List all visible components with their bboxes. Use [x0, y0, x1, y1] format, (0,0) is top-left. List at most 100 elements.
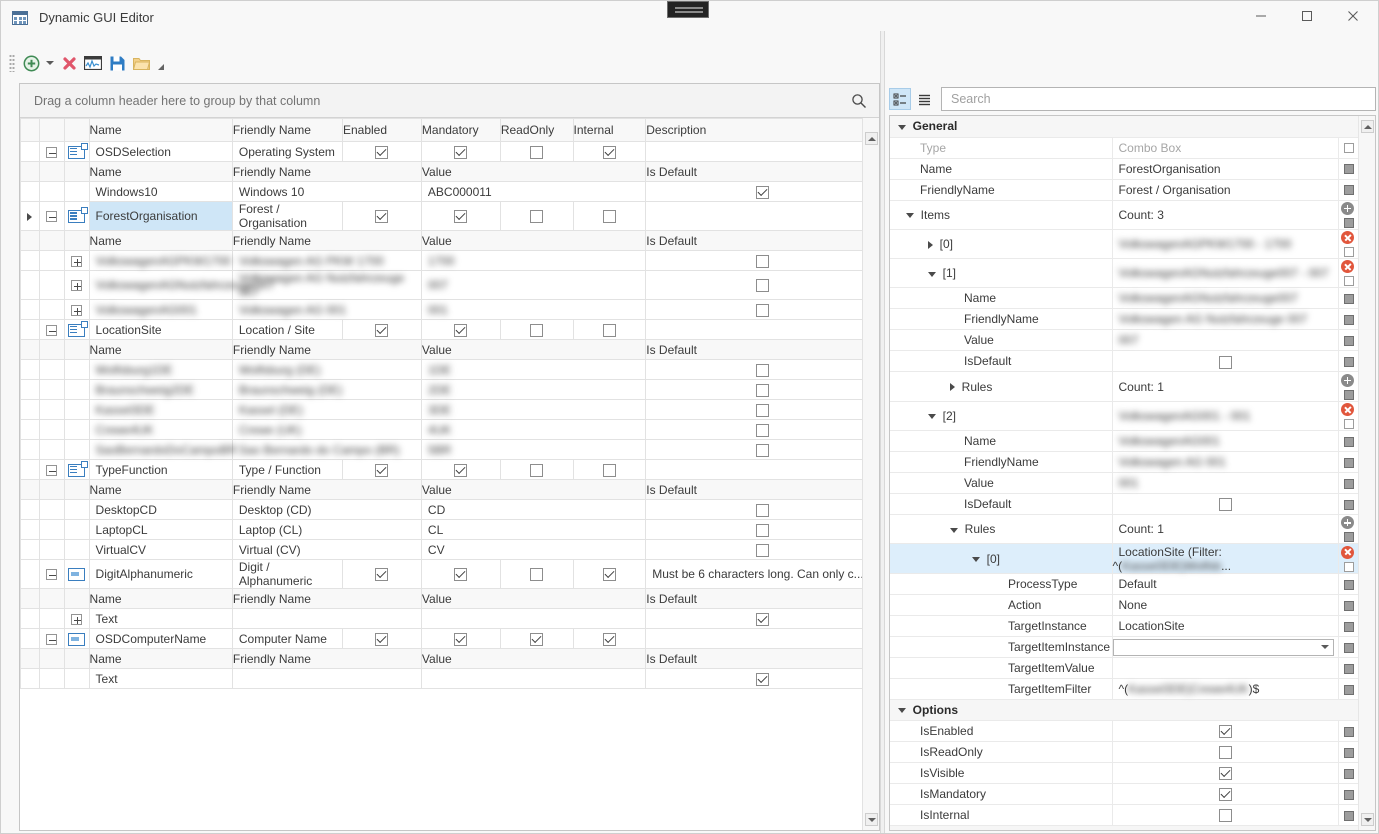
property-row[interactable]: ProcessType Default [890, 573, 1361, 595]
window-preview-icon[interactable] [81, 51, 105, 75]
property-value-cell[interactable]: LocationSite [1112, 615, 1338, 637]
property-editor-icon[interactable] [1344, 436, 1355, 447]
property-actions[interactable] [1337, 451, 1361, 474]
property-actions[interactable] [1337, 308, 1361, 331]
property-editor-icon[interactable] [1344, 499, 1355, 510]
child-expander[interactable] [63, 539, 90, 560]
property-editor-icon[interactable] [1344, 532, 1355, 543]
property-editor-icon[interactable] [1344, 357, 1355, 368]
property-combo-box[interactable] [1112, 638, 1334, 656]
cell-child-is-default[interactable] [645, 270, 879, 300]
grid-header-friendly-name[interactable]: Friendly Name [231, 118, 343, 142]
property-editor-icon[interactable] [1344, 642, 1355, 653]
add-item-icon[interactable] [1341, 201, 1355, 215]
table-row[interactable]: ForestOrganisation Forest / Organisation [20, 201, 879, 231]
row-expander[interactable] [38, 559, 65, 589]
property-editor-icon[interactable] [1344, 164, 1355, 175]
cell-mandatory[interactable] [420, 559, 501, 589]
cell-enabled[interactable] [341, 559, 422, 589]
collapse-icon[interactable] [46, 324, 58, 336]
property-editor-icon[interactable] [1344, 600, 1355, 611]
cell-internal[interactable] [572, 459, 647, 480]
property-editor-icon[interactable] [1344, 747, 1355, 758]
sub-header-is-default[interactable]: Is Default [645, 588, 879, 609]
cell-enabled[interactable] [341, 201, 422, 231]
cell-enabled[interactable] [341, 141, 422, 162]
close-icon[interactable] [1330, 1, 1376, 31]
property-row[interactable]: Name ForestOrganisation [890, 158, 1361, 180]
property-checkbox[interactable] [1218, 724, 1232, 738]
grid-header-mandatory[interactable]: Mandatory [420, 118, 501, 142]
cell-child-is-default[interactable] [645, 539, 879, 560]
sub-header-friendly-name[interactable]: Friendly Name [231, 161, 422, 182]
property-actions[interactable] [1337, 514, 1361, 545]
property-actions[interactable] [1337, 573, 1361, 595]
category-header[interactable]: General [890, 116, 1361, 138]
sub-header-is-default[interactable]: Is Default [645, 479, 879, 500]
cell-internal[interactable] [572, 141, 647, 162]
table-row[interactable]: LocationSite Location / Site [20, 319, 879, 340]
sub-header-is-default[interactable]: Is Default [645, 339, 879, 360]
grid-vertical-scrollbar[interactable] [862, 118, 879, 830]
sub-header-value[interactable]: Value [420, 588, 647, 609]
property-row[interactable]: Action None [890, 594, 1361, 616]
table-row[interactable]: DigitAlphanumeric Digit / Alphanumeric Mus… [20, 559, 879, 589]
chevron-down-icon[interactable] [906, 212, 914, 218]
child-row[interactable]: Wolfsburg1DE Wolfsburg (DE) 1DE [20, 359, 879, 380]
checkbox[interactable] [602, 632, 616, 646]
property-category-row[interactable]: Misc [890, 825, 1361, 830]
child-row[interactable]: Text [20, 608, 879, 629]
child-row[interactable]: VolkswagenAGNutzfahrzeuge007 Volkswagen A… [20, 270, 879, 300]
toolbar-overflow-icon[interactable] [153, 51, 169, 75]
category-header[interactable]: Misc [890, 825, 1361, 830]
cell-mandatory[interactable] [420, 319, 501, 340]
child-row[interactable]: VirtualCV Virtual (CV) CV [20, 539, 879, 560]
child-expander[interactable] [63, 399, 90, 420]
plus-circle-icon[interactable] [19, 51, 43, 75]
property-value-cell[interactable]: VolkswagenAGPKW1700 - 1700 [1112, 229, 1338, 260]
chevron-down-icon[interactable] [950, 527, 958, 533]
folder-icon[interactable] [129, 51, 153, 75]
sub-header-name[interactable]: Name [88, 230, 233, 251]
property-actions[interactable] [1337, 350, 1361, 373]
property-checkbox[interactable] [1218, 808, 1232, 822]
child-expander[interactable] [63, 419, 90, 440]
grid-header-enabled[interactable]: Enabled [341, 118, 422, 142]
property-value-cell[interactable] [1112, 804, 1338, 826]
sub-header-name[interactable]: Name [88, 161, 233, 182]
cell-child-is-default[interactable] [645, 299, 879, 320]
sub-header-is-default[interactable]: Is Default [645, 161, 879, 182]
property-row[interactable]: Type Combo Box [890, 137, 1361, 159]
checkbox[interactable] [454, 632, 468, 646]
property-actions[interactable] [1337, 229, 1361, 260]
property-actions[interactable] [1337, 287, 1361, 310]
table-row[interactable]: OSDSelection Operating System [20, 141, 879, 162]
property-editor-icon[interactable] [1344, 217, 1355, 228]
checkbox[interactable] [530, 323, 544, 337]
grid-header-internal[interactable]: Internal [572, 118, 647, 142]
property-value-cell[interactable] [1112, 636, 1338, 658]
cell-mandatory[interactable] [420, 628, 501, 649]
cell-readonly[interactable] [499, 141, 574, 162]
alphabetical-view-icon[interactable] [913, 88, 935, 110]
property-row[interactable]: Value 001 [890, 472, 1361, 495]
chevron-down-icon[interactable] [1320, 645, 1329, 650]
property-actions[interactable] [1337, 200, 1361, 230]
red-x-icon[interactable] [57, 51, 81, 75]
cell-enabled[interactable] [341, 319, 422, 340]
cell-enabled[interactable] [341, 628, 422, 649]
property-actions[interactable] [1337, 472, 1361, 495]
checkbox[interactable] [755, 543, 769, 557]
collapse-icon[interactable] [46, 211, 58, 223]
chevron-down-icon[interactable] [898, 708, 906, 714]
checkbox[interactable] [602, 145, 616, 159]
child-row[interactable]: VolkswagenAGPKW1700 Volkswagen AG PKW 170… [20, 250, 879, 271]
property-value-cell[interactable]: Volkswagen AG Nutzfahrzeuge 007 [1112, 308, 1338, 331]
checkbox[interactable] [375, 323, 389, 337]
cell-child-is-default[interactable] [645, 379, 879, 400]
checkbox[interactable] [530, 568, 544, 582]
checkbox[interactable] [454, 210, 468, 224]
property-actions[interactable] [1337, 493, 1361, 516]
property-value-cell[interactable] [1112, 350, 1338, 373]
property-checkbox[interactable] [1218, 787, 1232, 801]
